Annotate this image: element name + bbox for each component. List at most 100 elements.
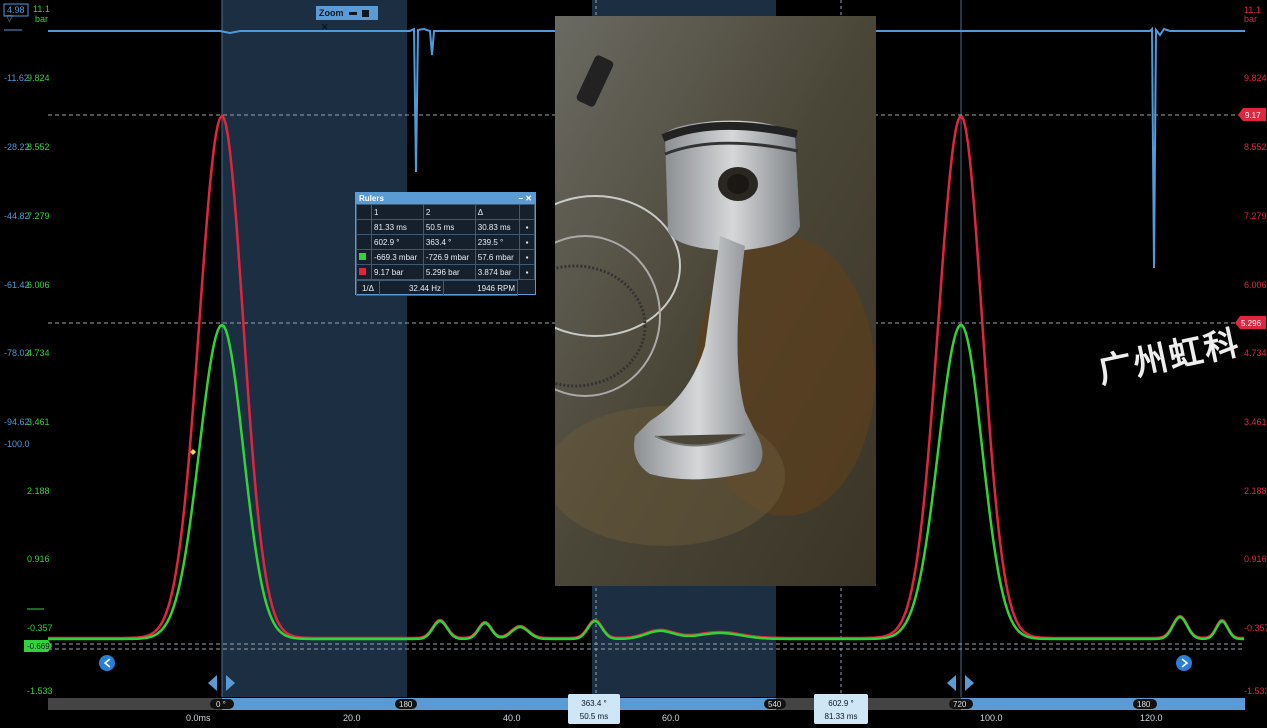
right-axis-label: 2.188: [1244, 486, 1267, 496]
svg-text:180: 180: [399, 700, 413, 709]
rulers-cell: 602.9 °: [371, 234, 424, 250]
left-green-label: 7.279: [27, 211, 50, 221]
rulers-title-bar[interactable]: Rulers – ✕: [356, 193, 535, 204]
lock-icon[interactable]: ▪: [519, 249, 535, 265]
cursor2-ms: 81.33 ms: [824, 712, 858, 721]
rulers-row: 81.33 ms 50.5 ms 30.83 ms ▪: [356, 219, 535, 235]
left-blue-label: -28.22: [4, 142, 30, 152]
left-green-label: -1.533: [27, 686, 53, 696]
right-badge-high[interactable]: 9.17: [1238, 108, 1266, 121]
time-tick: 120.0: [1140, 713, 1163, 723]
time-tick: 20.0: [343, 713, 361, 723]
zoom-close-icon[interactable]: ✕: [321, 22, 329, 32]
cursor1-ms: 50.5 ms: [579, 712, 609, 721]
rulers-window-controls[interactable]: – ✕: [519, 193, 532, 204]
rulers-cell: 50.5 ms: [422, 219, 476, 235]
left-green-label: 8.552: [27, 142, 50, 152]
rulers-cell: 5.296 bar: [422, 264, 476, 280]
rulers-cell: -726.9 mbar: [422, 249, 476, 265]
time-tick: 60.0: [662, 713, 680, 723]
zoom-toolbar[interactable]: Zoom ✕: [316, 6, 378, 32]
rulers-title: Rulers: [359, 194, 384, 203]
timeline-selection-1[interactable]: [222, 698, 776, 710]
ruler-cursor-1-bubble[interactable]: 363.4 ° 50.5 ms: [568, 694, 620, 724]
rulers-cell: -669.3 mbar: [371, 249, 424, 265]
right-axis-label: 4.734: [1244, 348, 1267, 358]
timeline-selection-2[interactable]: [961, 698, 1245, 710]
left-green-label: 6.006: [27, 280, 50, 290]
time-tick: 40.0: [503, 713, 521, 723]
left-axis-top-green: 11.1: [33, 4, 50, 14]
svg-text:180: 180: [1137, 700, 1151, 709]
rulers-cell: 239.5 °: [474, 234, 521, 250]
rulers-cell: 363.4 °: [422, 234, 476, 250]
zoom-label: Zoom: [319, 8, 344, 18]
right-axis-label: 7.279: [1244, 211, 1267, 221]
svg-text:5.296: 5.296: [1241, 319, 1262, 328]
right-axis-label: -0.357: [1244, 623, 1267, 633]
lock-icon[interactable]: ▪: [519, 219, 535, 235]
degree-mark: 0 °: [210, 699, 234, 709]
rulers-row: -669.3 mbar -726.9 mbar 57.6 mbar ▪: [356, 249, 535, 265]
degree-mark: 720: [949, 699, 973, 709]
right-axis-label: -1.533: [1244, 686, 1267, 696]
right-axis-label: 6.006: [1244, 280, 1267, 290]
right-badge-mid[interactable]: 5.296: [1235, 316, 1266, 329]
red-channel-swatch: [359, 267, 366, 275]
left-blue-extra: -100.0: [4, 439, 30, 449]
freq-label: 1/Δ: [356, 280, 380, 296]
svg-text:-0.669: -0.669: [27, 642, 50, 651]
left-green-label: 0.916: [27, 554, 50, 564]
rulers-row: 9.17 bar 5.296 bar 3.874 bar ▪: [356, 264, 535, 280]
cursor2-degree: 602.9 °: [828, 699, 854, 708]
scroll-right-button[interactable]: [1176, 655, 1192, 671]
left-blue-label: -11.62: [4, 73, 29, 83]
rulers-col-header: 1: [371, 204, 424, 220]
left-cursor-badge[interactable]: -0.669: [24, 640, 52, 652]
right-axis-label: 0.916: [1244, 554, 1267, 564]
left-blue-label: -44.82: [4, 211, 30, 221]
rulers-cell: 3.874 bar: [474, 264, 521, 280]
left-green-label: 9.824: [27, 73, 50, 83]
green-channel-swatch: [359, 252, 366, 260]
left-green-label: 4.734: [27, 348, 50, 358]
zoom-restore-icon[interactable]: [361, 10, 369, 18]
piston-connecting-rod-photo: [555, 16, 876, 586]
time-tick: 0.0ms: [186, 713, 211, 723]
right-axis-label: 9.824: [1244, 73, 1267, 83]
svg-text:0 °: 0 °: [216, 700, 226, 709]
left-axis-unit: bar: [35, 14, 48, 24]
right-axis-label: 8.552: [1244, 142, 1267, 152]
zoom-minimize-icon[interactable]: [349, 12, 358, 16]
lock-icon[interactable]: ▪: [519, 234, 535, 250]
left-axis-v-glyph: ▽: [6, 13, 13, 23]
cursor1-degree: 363.4 °: [581, 699, 607, 708]
degree-mark: 180: [395, 699, 417, 709]
left-blue-label: -94.62: [4, 417, 30, 427]
freq-value: 32.44 Hz: [378, 280, 445, 296]
rulers-panel[interactable]: Rulers – ✕ 1 2 Δ 81.33 ms 50.5 ms 30.83 …: [355, 192, 536, 296]
rulers-cell: 30.83 ms: [474, 219, 521, 235]
rulers-frequency-row: 1/Δ 32.44 Hz 1946 RPM: [356, 280, 518, 296]
left-green-label: -0.357: [27, 623, 53, 633]
svg-text:9.17: 9.17: [1245, 111, 1261, 120]
right-axis-unit: bar: [1244, 14, 1257, 24]
scroll-left-button[interactable]: [99, 655, 115, 671]
left-blue-label: -78.02: [4, 348, 30, 358]
degree-mark: 180: [1133, 699, 1157, 709]
svg-text:540: 540: [768, 700, 782, 709]
left-green-label: 3.461: [27, 417, 50, 427]
ruler-cursor-2-bubble[interactable]: 602.9 ° 81.33 ms: [814, 694, 868, 724]
svg-text:720: 720: [953, 700, 967, 709]
left-blue-label: -61.42: [4, 280, 30, 290]
rulers-cell: 57.6 mbar: [474, 249, 521, 265]
rulers-header-row: 1 2 Δ: [356, 204, 535, 220]
rulers-col-header: Δ: [474, 204, 521, 220]
shaded-region-left: [222, 0, 407, 697]
lock-icon[interactable]: ▪: [519, 264, 535, 280]
time-tick: 100.0: [980, 713, 1003, 723]
rulers-table: 1 2 Δ 81.33 ms 50.5 ms 30.83 ms ▪ 602.9 …: [356, 204, 535, 280]
rpm-value: 1946 RPM: [443, 280, 518, 296]
rulers-cell: 9.17 bar: [371, 264, 424, 280]
rulers-row: 602.9 ° 363.4 ° 239.5 ° ▪: [356, 234, 535, 250]
